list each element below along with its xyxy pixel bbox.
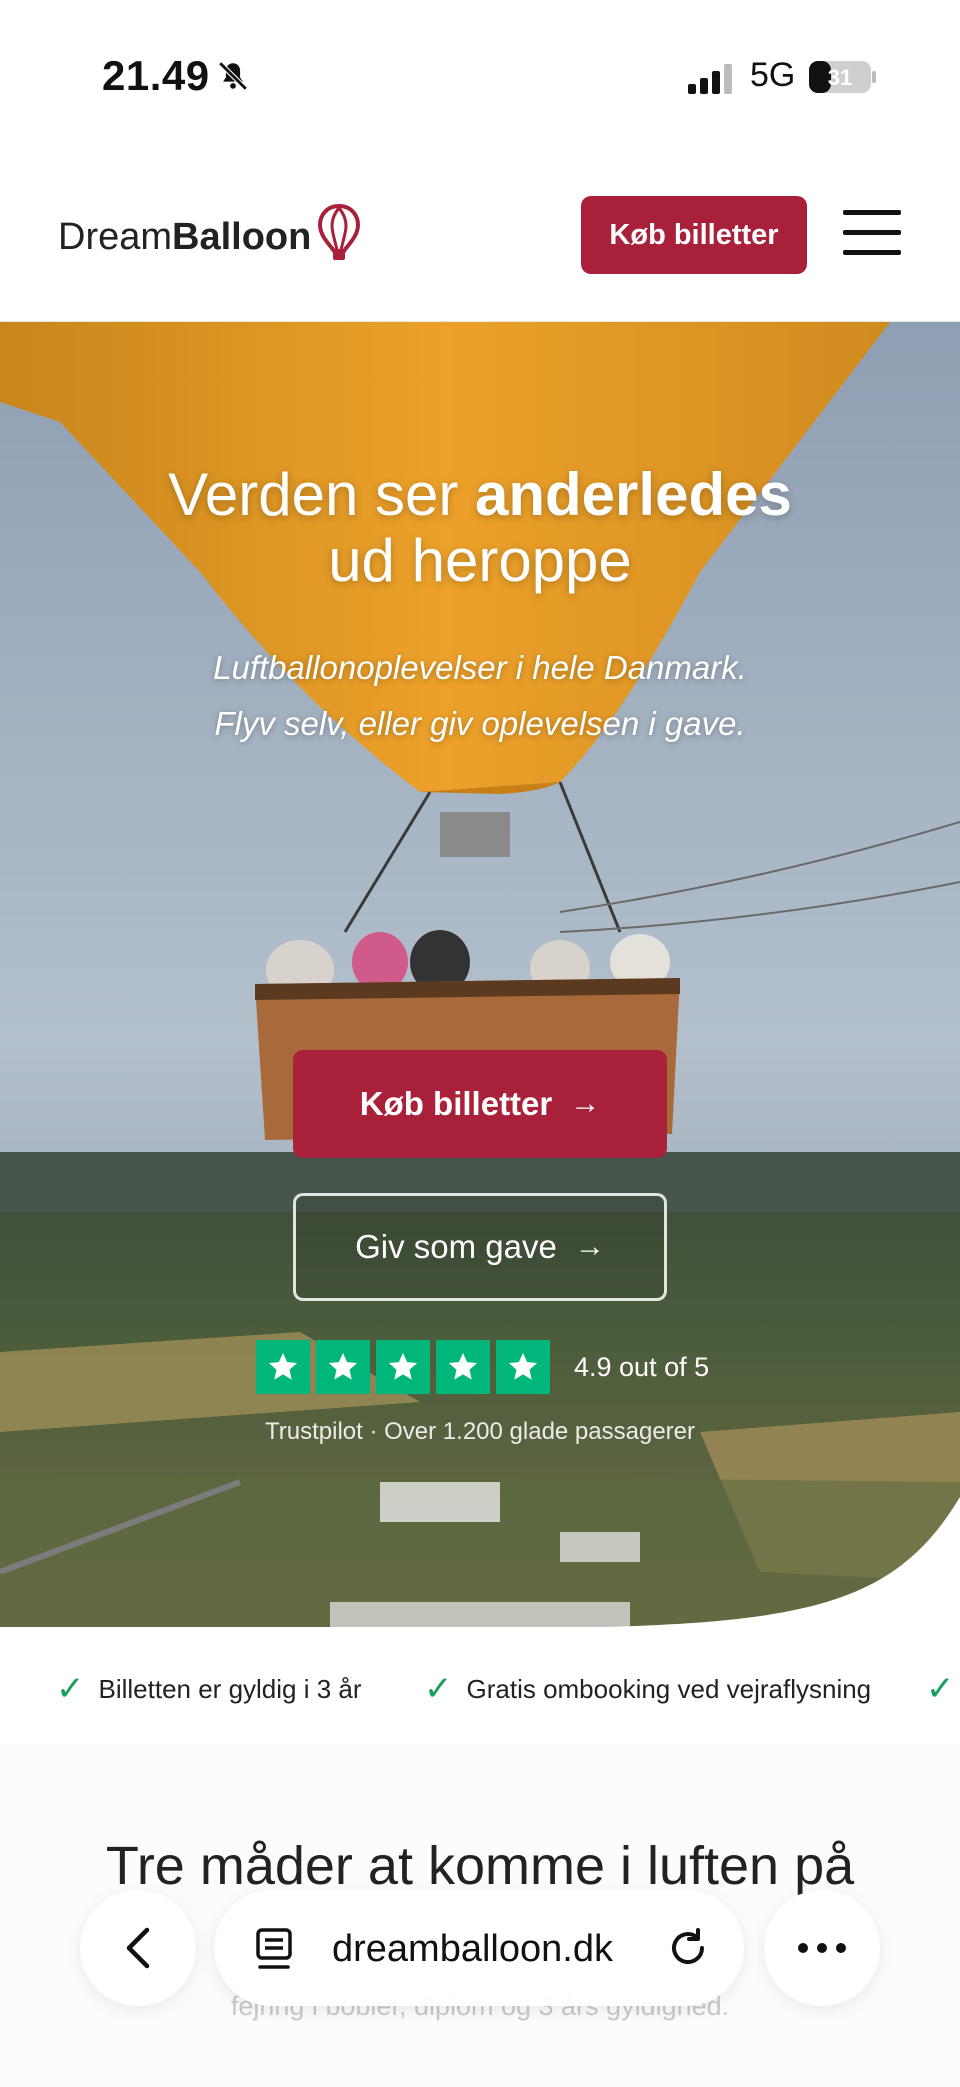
hero-title-line2: ud heroppe [328, 527, 632, 594]
hero: Verden ser anderledes ud heroppe Luftbal… [0, 322, 960, 1627]
more-dots-icon [798, 1943, 846, 1953]
check-icon: ✓ [926, 1670, 955, 1708]
give-as-gift-button[interactable]: Giv som gave → [293, 1193, 667, 1301]
star-icon [316, 1340, 370, 1394]
status-time: 21.49 [102, 52, 210, 99]
star-icon [496, 1340, 550, 1394]
section-title: Tre måder at komme i luften på [105, 1836, 855, 1896]
hero-subtitle-line1: Luftballonoplevelser i hele Danmark. [213, 649, 747, 686]
buy-tickets-label: Køb billetter [359, 1085, 553, 1122]
network-label: 5G [750, 56, 796, 94]
check-icon: ✓ [424, 1670, 453, 1708]
benefit-item: ✓ Gratis ombooking ved vejraflysning [424, 1669, 871, 1709]
benefit-label: Billetten er gyldig i 3 år [98, 1673, 362, 1704]
star-icon [256, 1340, 310, 1394]
hero-curve [600, 1497, 960, 1627]
star-icon [376, 1340, 430, 1394]
star-icon [436, 1340, 490, 1394]
logo-text-bold: Balloon [172, 215, 312, 258]
hero-title-regular: Verden ser [168, 461, 476, 528]
hero-title-bold: anderledes [475, 461, 792, 528]
benefit-item: ✓ Billetten er gyldig i 3 år [56, 1669, 362, 1709]
give-as-gift-label: Giv som gave [355, 1228, 557, 1265]
signal-icon [688, 64, 732, 94]
benefit-label: Gratis ombooking ved vejraflysning [466, 1673, 872, 1704]
chevron-left-icon [126, 1927, 150, 1969]
url-text: dreamballoon.dk [332, 1928, 613, 1970]
page-menu-icon [256, 1928, 292, 1969]
buy-tickets-header-button[interactable]: Køb billetter [581, 196, 807, 274]
battery-level: 31 [828, 65, 852, 90]
logo[interactable]: Dream Balloon [58, 204, 361, 262]
trustpilot-caption: Trustpilot · Over 1.200 glade passagerer [265, 1418, 695, 1445]
site-header: Dream Balloon Køb billetter [0, 160, 960, 322]
reload-icon[interactable] [666, 1926, 710, 1970]
more-options-button[interactable] [764, 1890, 880, 2006]
balloon-logo-icon [318, 204, 361, 260]
arrow-right-icon: → [574, 1230, 605, 1263]
buy-tickets-button[interactable]: Køb billetter → [293, 1050, 667, 1158]
logo-text-light: Dream [58, 215, 173, 258]
address-bar[interactable]: dreamballoon.dk [214, 1890, 744, 2006]
status-bar: 21.49 5G 31 [0, 0, 960, 160]
check-icon: ✓ [56, 1670, 85, 1708]
benefit-item: ✓ [926, 1669, 960, 1709]
hero-subtitle: Luftballonoplevelser i hele Danmark. Fly… [0, 640, 960, 752]
browser-back-button[interactable] [80, 1890, 196, 2006]
menu-icon[interactable] [843, 210, 903, 256]
trustpilot-rating[interactable]: 4.9 out of 5 [256, 1340, 709, 1394]
benefits-strip: ✓ Billetten er gyldig i 3 år ✓ Gratis om… [0, 1627, 960, 1743]
hero-title: Verden ser anderledes ud heroppe [0, 462, 960, 594]
bell-off-icon [218, 61, 248, 91]
rating-text: 4.9 out of 5 [574, 1351, 710, 1382]
arrow-right-icon: → [570, 1087, 601, 1120]
hero-subtitle-line2: Flyv selv, eller giv oplevelsen i gave. [214, 705, 746, 742]
battery-icon: 31 [809, 61, 876, 93]
